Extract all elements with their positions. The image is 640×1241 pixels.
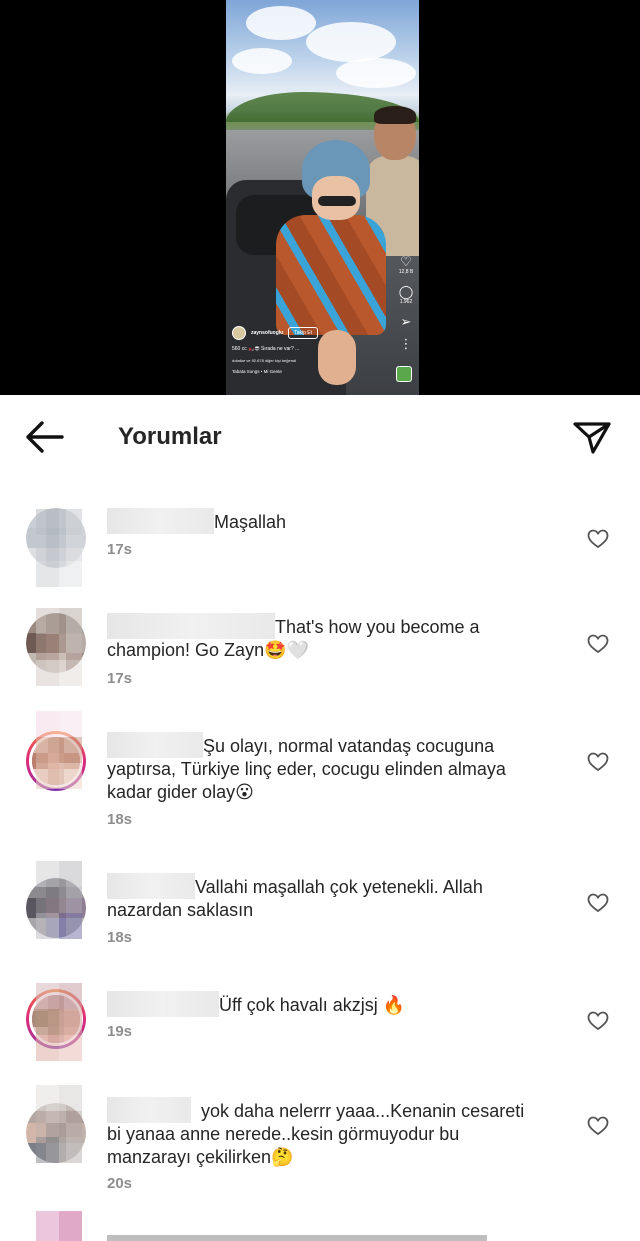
reel-liked-by[interactable]: dolatlar ve 92.678 diğer kişi beğendi xyxy=(232,358,402,363)
blurred-username[interactable] xyxy=(107,613,275,639)
comment-text: Şu olayı, normal vatandaş cocuguna yaptı… xyxy=(107,732,557,804)
comment-time: 17s xyxy=(107,670,133,687)
comments-header: Yorumlar xyxy=(0,395,640,483)
comment-text: yok daha nelerrr yaaa...Kenanin cesareti… xyxy=(107,1097,557,1169)
reel-like-count: 12,8 B xyxy=(398,269,414,275)
comment-text: Üff çok havalı akzjsj 🔥 xyxy=(107,991,557,1017)
reel-comment-count: 1.962 xyxy=(399,299,413,305)
heart-icon[interactable] xyxy=(587,1011,609,1031)
comment-time: 20s xyxy=(107,1175,133,1192)
reel-audio[interactable]: Tabata Songs • Mi Gente xyxy=(232,369,402,374)
reel-caption[interactable]: 560 cc 🏍️😎 Sırada ne var? ... xyxy=(232,346,402,352)
comment-time: 17s xyxy=(107,541,133,558)
reel-avatar[interactable] xyxy=(232,326,246,340)
heart-icon[interactable] xyxy=(587,634,609,654)
blurred-username[interactable] xyxy=(107,873,195,899)
blurred-username[interactable] xyxy=(107,732,203,758)
comment-text: That's how you become a champion! Go Zay… xyxy=(107,613,557,662)
page-title: Yorumlar xyxy=(118,423,222,450)
heart-icon[interactable]: ♡ xyxy=(396,255,416,269)
comment-text: Maşallah xyxy=(107,508,557,534)
paper-plane-icon[interactable] xyxy=(572,419,612,455)
blurred-username[interactable] xyxy=(107,1097,191,1123)
reel-video-area[interactable]: ♡ 12,8 B ◯ 1.962 ➢ ⋮ zaynsofuoglu Takip … xyxy=(0,0,640,395)
reel-video[interactable]: ♡ 12,8 B ◯ 1.962 ➢ ⋮ zaynsofuoglu Takip … xyxy=(226,0,419,395)
comment-icon[interactable]: ◯ xyxy=(396,285,416,299)
audio-thumbnail[interactable] xyxy=(396,366,412,382)
reel-username[interactable]: zaynsofuoglu xyxy=(251,330,283,336)
heart-icon[interactable] xyxy=(587,893,609,913)
heart-icon[interactable] xyxy=(587,529,609,549)
blurred-username[interactable] xyxy=(107,991,219,1017)
arrow-left-icon[interactable] xyxy=(24,419,66,455)
reel-info: zaynsofuoglu Takip Et 560 cc 🏍️😎 Sırada … xyxy=(232,326,402,374)
comment-time: 19s xyxy=(107,1023,133,1040)
heart-icon[interactable] xyxy=(587,752,609,772)
heart-icon[interactable] xyxy=(587,1116,609,1136)
blurred-username[interactable] xyxy=(107,508,214,534)
comment-time: 18s xyxy=(107,929,133,946)
comment-time: 18s xyxy=(107,811,133,828)
comment-text: Vallahi maşallah çok yetenekli. Allah na… xyxy=(107,873,557,922)
follow-button[interactable]: Takip Et xyxy=(288,327,319,339)
